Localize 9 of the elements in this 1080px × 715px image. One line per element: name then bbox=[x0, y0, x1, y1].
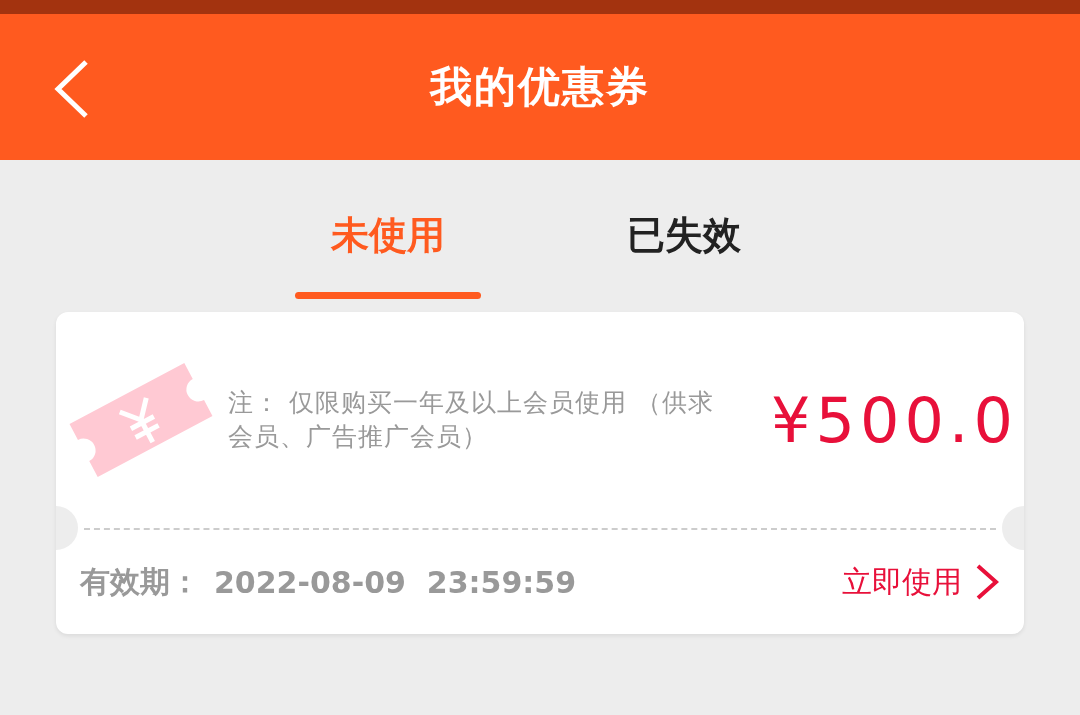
chevron-right-icon bbox=[974, 562, 1000, 602]
use-now-button[interactable]: 立即使用 bbox=[842, 561, 1000, 603]
coupon-note: 注： 仅限购买一年及以上会员使用 （供求会员、广告推广会员） bbox=[228, 387, 715, 453]
validity-date: 2022-08-09 23:59:59 bbox=[214, 564, 577, 600]
tab[interactable]: 未使用 bbox=[295, 210, 481, 256]
validity-label: 有效期： bbox=[80, 562, 200, 601]
coupon-price: ¥500.0 bbox=[771, 383, 1018, 457]
page-title: 我的优惠券 bbox=[430, 61, 650, 113]
tab[interactable]: 已失效 bbox=[591, 210, 777, 256]
